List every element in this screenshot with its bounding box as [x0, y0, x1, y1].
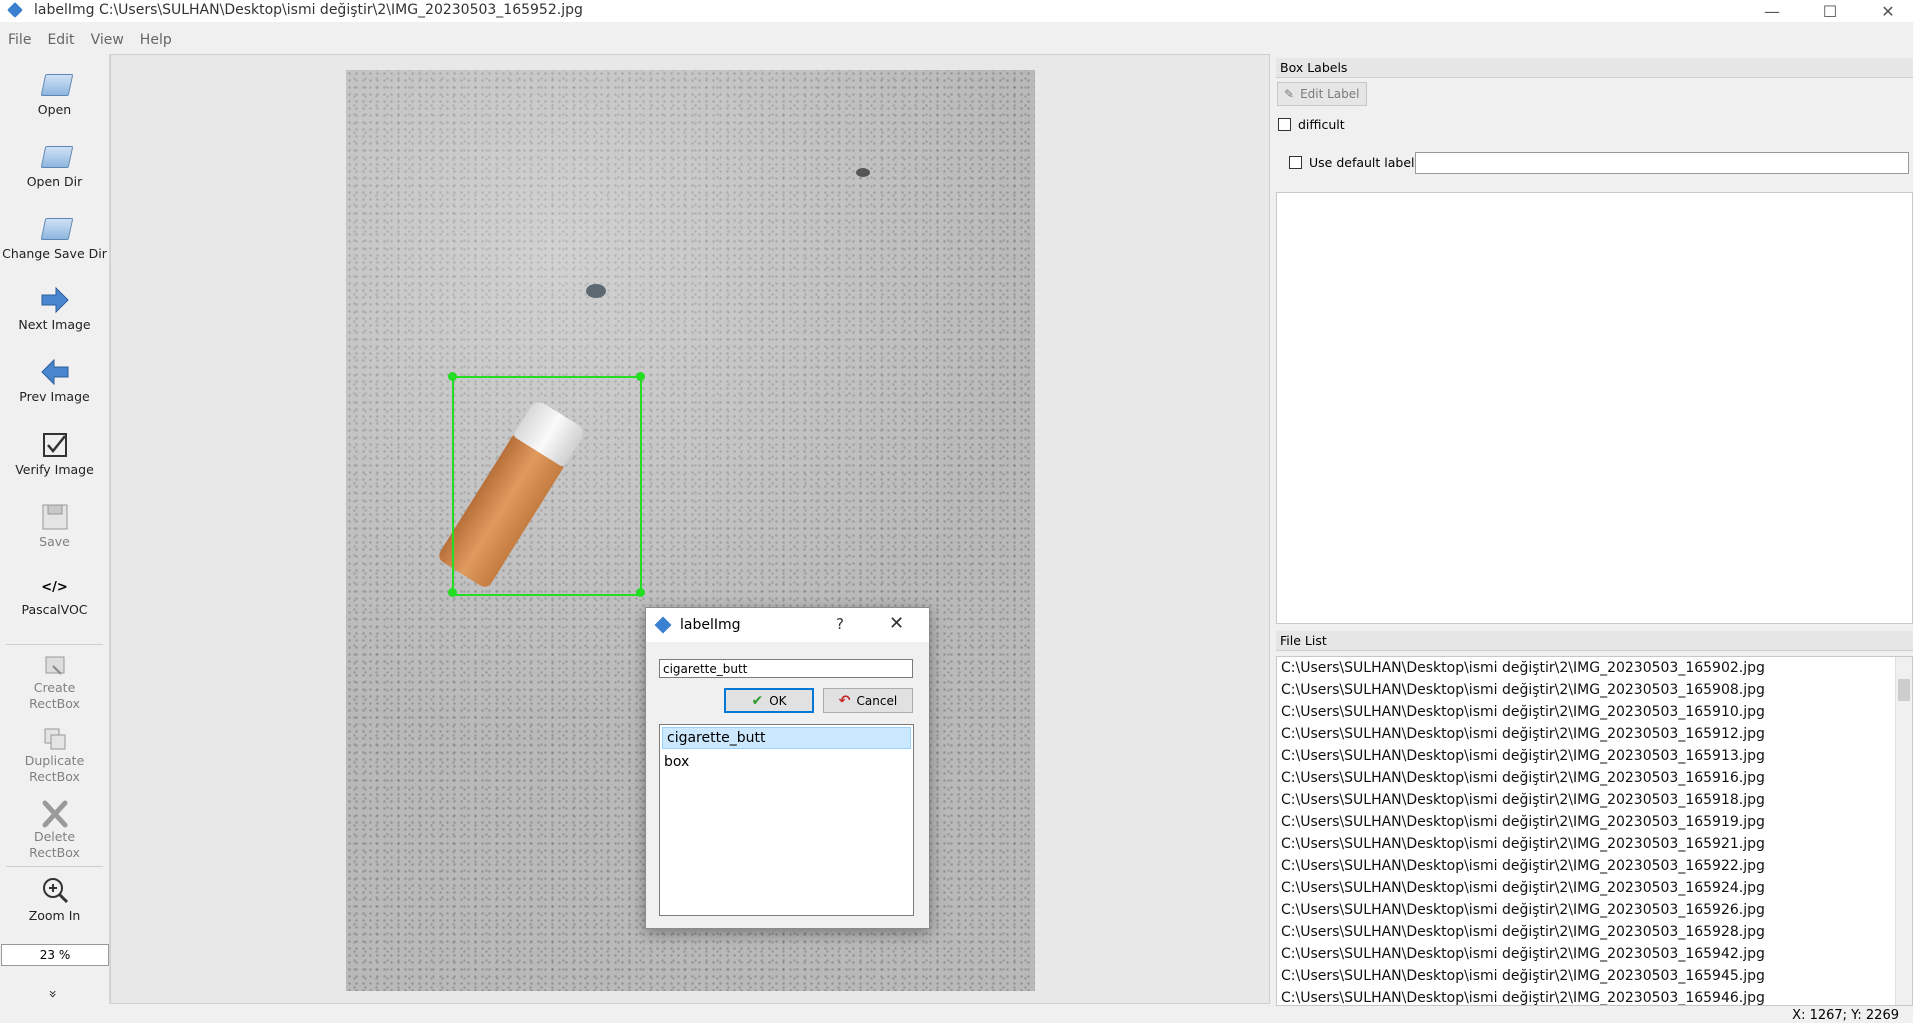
- list-item[interactable]: C:\Users\SULHAN\Desktop\ismi değiştir\2\…: [1277, 789, 1912, 811]
- zoom-in-icon: [39, 874, 71, 908]
- bbox-handle-top-left[interactable]: [448, 372, 457, 381]
- dialog-title: labelImg: [680, 617, 741, 633]
- arrow-left-icon: [39, 355, 71, 389]
- list-item[interactable]: C:\Users\SULHAN\Desktop\ismi değiştir\2\…: [1277, 943, 1912, 965]
- dialog-title-bar: labelImg ? ✕: [646, 608, 929, 642]
- file-list[interactable]: C:\Users\SULHAN\Desktop\ismi değiştir\2\…: [1276, 656, 1913, 1006]
- edit-icon: ✎: [1284, 87, 1295, 101]
- next-image-button[interactable]: Next Image: [0, 283, 109, 333]
- save-button[interactable]: Save: [0, 500, 109, 550]
- file-list-scrollbar[interactable]: [1895, 657, 1912, 1005]
- code-icon: </>: [41, 580, 68, 595]
- difficult-checkbox[interactable]: [1278, 118, 1291, 131]
- prev-image-button[interactable]: Prev Image: [0, 355, 109, 405]
- menu-file[interactable]: File: [0, 28, 39, 54]
- bounding-box[interactable]: [452, 376, 642, 596]
- minimize-button[interactable]: —: [1749, 0, 1795, 22]
- list-item[interactable]: C:\Users\SULHAN\Desktop\ismi değiştir\2\…: [1277, 767, 1912, 789]
- checkbox-icon: [39, 428, 71, 462]
- menu-help[interactable]: Help: [132, 28, 180, 54]
- menu-view[interactable]: View: [83, 28, 132, 54]
- format-toggle-button[interactable]: </> PascalVOC: [0, 574, 109, 618]
- window-title: labelImg C:\Users\SULHAN\Desktop\ismi de…: [34, 2, 583, 18]
- photo-speck: [586, 284, 606, 298]
- zoom-in-button[interactable]: Zoom In: [0, 874, 109, 924]
- close-window-button[interactable]: ✕: [1865, 0, 1911, 22]
- delete-x-icon: [39, 799, 71, 829]
- create-rect-icon: [39, 652, 71, 680]
- list-item[interactable]: C:\Users\SULHAN\Desktop\ismi değiştir\2\…: [1277, 745, 1912, 767]
- app-icon: [7, 2, 23, 18]
- undo-icon: ↶: [838, 692, 851, 709]
- list-item[interactable]: C:\Users\SULHAN\Desktop\ismi değiştir\2\…: [1277, 855, 1912, 877]
- folder-icon: [39, 212, 73, 246]
- default-label-input[interactable]: [1415, 152, 1909, 174]
- bbox-handle-bottom-right[interactable]: [636, 588, 645, 597]
- dialog-close-button[interactable]: ✕: [889, 613, 904, 634]
- file-list-title: File List: [1276, 631, 1913, 651]
- cancel-button[interactable]: ↶ Cancel: [823, 688, 913, 713]
- list-item[interactable]: C:\Users\SULHAN\Desktop\ismi değiştir\2\…: [1277, 877, 1912, 899]
- duplicate-icon: [39, 725, 71, 753]
- ok-button[interactable]: ✔ OK: [724, 688, 814, 713]
- list-item[interactable]: C:\Users\SULHAN\Desktop\ismi değiştir\2\…: [1277, 965, 1912, 987]
- list-item[interactable]: C:\Users\SULHAN\Desktop\ismi değiştir\2\…: [1277, 833, 1912, 855]
- toolbar-extension-icon[interactable]: »: [44, 990, 60, 999]
- scrollbar-thumb[interactable]: [1898, 679, 1910, 701]
- verify-image-button[interactable]: Verify Image: [0, 428, 109, 478]
- toolbar-separator: [6, 866, 103, 867]
- box-label-list[interactable]: [1276, 192, 1913, 624]
- toolbar-separator: [6, 644, 103, 645]
- bbox-handle-top-right[interactable]: [636, 372, 645, 381]
- list-item[interactable]: C:\Users\SULHAN\Desktop\ismi değiştir\2\…: [1277, 701, 1912, 723]
- difficult-label: difficult: [1298, 117, 1345, 132]
- open-dir-button[interactable]: Open Dir: [0, 140, 109, 190]
- folder-icon: [39, 68, 73, 102]
- checkmark-icon: ✔: [751, 692, 764, 709]
- cursor-coordinates: X: 1267; Y: 2269: [1792, 1008, 1899, 1023]
- use-default-label-label: Use default label: [1309, 155, 1415, 170]
- box-labels-title: Box Labels: [1276, 58, 1913, 78]
- use-default-label-checkbox[interactable]: [1289, 156, 1302, 169]
- menu-bar: File Edit View Help: [0, 28, 180, 54]
- bbox-handle-bottom-left[interactable]: [448, 588, 457, 597]
- list-item[interactable]: cigarette_butt: [662, 727, 911, 749]
- floppy-disk-icon: [39, 500, 71, 534]
- label-dialog: labelImg ? ✕ cigarette_butt ✔ OK ↶ Cance…: [645, 607, 930, 929]
- left-toolbar: Open Open Dir Change Save Dir Next Image…: [0, 54, 110, 1004]
- list-item[interactable]: C:\Users\SULHAN\Desktop\ismi değiştir\2\…: [1277, 921, 1912, 943]
- list-item[interactable]: C:\Users\SULHAN\Desktop\ismi değiştir\2\…: [1277, 723, 1912, 745]
- label-history-list[interactable]: cigarette_butt box: [659, 724, 914, 916]
- list-item[interactable]: C:\Users\SULHAN\Desktop\ismi değiştir\2\…: [1277, 679, 1912, 701]
- help-button[interactable]: ?: [836, 615, 844, 633]
- delete-rectbox-button[interactable]: Delete RectBox: [0, 799, 109, 861]
- list-item[interactable]: box: [660, 751, 913, 773]
- change-save-dir-button[interactable]: Change Save Dir: [0, 212, 109, 262]
- zoom-level-spinbox[interactable]: 23 %: [1, 944, 109, 966]
- open-button[interactable]: Open: [0, 68, 109, 118]
- list-item[interactable]: C:\Users\SULHAN\Desktop\ismi değiştir\2\…: [1277, 811, 1912, 833]
- app-icon: [654, 616, 672, 634]
- title-bar: labelImg C:\Users\SULHAN\Desktop\ismi de…: [0, 0, 1913, 22]
- arrow-right-icon: [39, 283, 71, 317]
- maximize-button[interactable]: ☐: [1807, 0, 1853, 22]
- menu-edit[interactable]: Edit: [39, 28, 82, 54]
- list-item[interactable]: C:\Users\SULHAN\Desktop\ismi değiştir\2\…: [1277, 657, 1912, 679]
- edit-label-button[interactable]: ✎ Edit Label: [1277, 82, 1367, 106]
- photo-speck: [856, 168, 870, 177]
- list-item[interactable]: C:\Users\SULHAN\Desktop\ismi değiştir\2\…: [1277, 899, 1912, 921]
- create-rectbox-button[interactable]: Create RectBox: [0, 652, 109, 712]
- duplicate-rectbox-button[interactable]: Duplicate RectBox: [0, 725, 109, 785]
- label-input[interactable]: cigarette_butt: [659, 659, 913, 678]
- folder-icon: [39, 140, 73, 174]
- list-item[interactable]: C:\Users\SULHAN\Desktop\ismi değiştir\2\…: [1277, 987, 1912, 1005]
